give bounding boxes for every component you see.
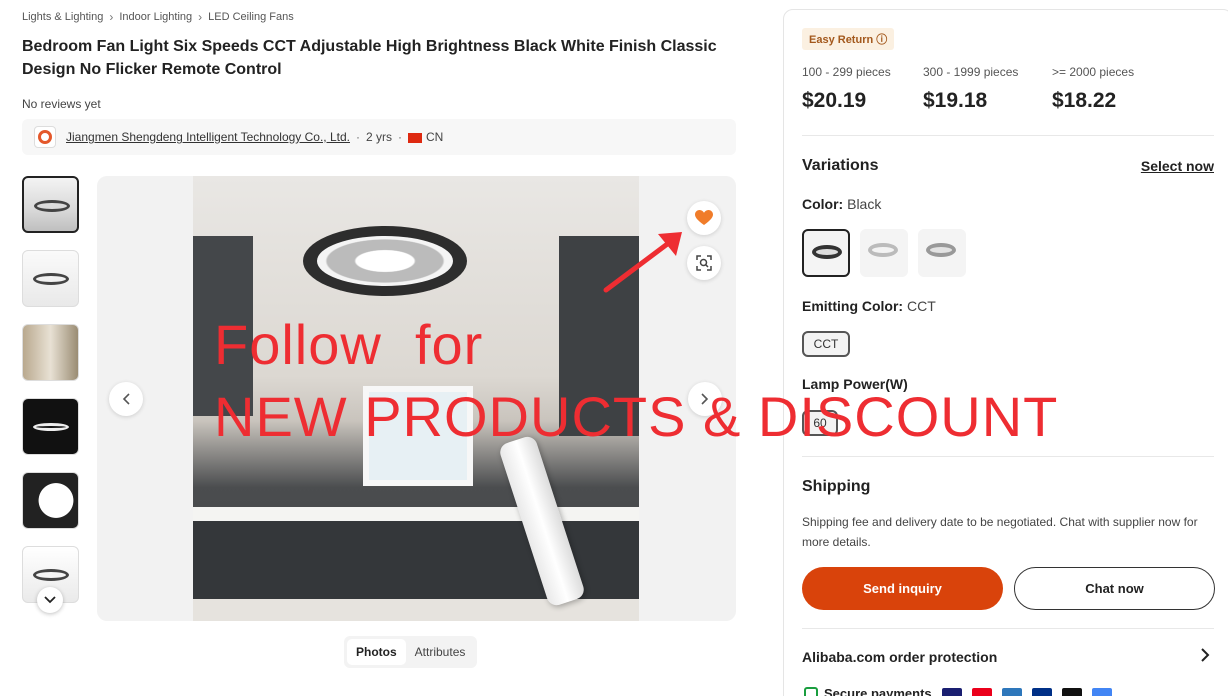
tier-price: $19.18 <box>923 89 988 112</box>
secure-payments-row: Secure payments <box>804 686 1112 696</box>
visa-icon <box>941 687 962 696</box>
breadcrumb: Lights & Lighting › Indoor Lighting › LE… <box>22 10 294 24</box>
paypal-icon <box>1031 687 1052 696</box>
red-arrow-icon <box>603 232 682 293</box>
tier-price: $20.19 <box>802 89 867 112</box>
breadcrumb-item-fans[interactable]: LED Ceiling Fans <box>208 11 294 23</box>
color-label: Color: Black <box>802 196 881 212</box>
tab-photos[interactable]: Photos <box>347 639 406 665</box>
thumbnail-3[interactable] <box>22 324 79 381</box>
scan-icon <box>696 255 712 271</box>
emitting-option-cct[interactable]: CCT <box>802 331 850 357</box>
color-value: Black <box>847 196 882 212</box>
lamp-power-label: Lamp Power(W) <box>802 376 908 392</box>
chevron-left-icon <box>122 393 130 405</box>
next-image-button[interactable] <box>688 382 722 416</box>
color-swatch-white[interactable] <box>860 229 908 277</box>
variations-title: Variations <box>802 157 879 174</box>
divider <box>802 135 1214 136</box>
emitting-label-key: Emitting Color: <box>802 298 904 314</box>
apple-pay-icon <box>1061 687 1082 696</box>
price-tiers: 100 - 299 pieces $20.19 300 - 1999 piece… <box>802 65 1183 113</box>
color-swatch-silver[interactable] <box>918 229 966 277</box>
tier-price: $18.22 <box>1052 89 1117 112</box>
reviews-status: No reviews yet <box>22 97 101 111</box>
favorite-button[interactable] <box>687 201 721 235</box>
chevron-right-icon <box>701 393 709 405</box>
emitting-color-label: Emitting Color: CCT <box>802 298 936 314</box>
breadcrumb-item-lights[interactable]: Lights & Lighting <box>22 11 103 23</box>
shield-check-icon <box>804 686 818 696</box>
supplier-years: 2 yrs <box>365 130 392 144</box>
thumbnails-scroll-down-button[interactable] <box>37 587 63 613</box>
lamp-label-key: Lamp Power(W) <box>802 376 908 392</box>
thumbnail-1[interactable] <box>22 176 79 233</box>
image-search-button[interactable] <box>687 246 721 280</box>
tier-quantity: >= 2000 pieces <box>1052 65 1135 79</box>
divider <box>802 456 1214 457</box>
tier-quantity: 100 - 299 pieces <box>802 65 891 79</box>
amex-icon <box>1001 687 1022 696</box>
gallery-tabs: Photos Attributes <box>344 636 478 668</box>
thumbnail-4[interactable] <box>22 398 79 455</box>
product-title: Bedroom Fan Light Six Speeds CCT Adjusta… <box>22 38 717 78</box>
previous-image-button[interactable] <box>109 382 143 416</box>
mastercard-icon <box>971 687 992 696</box>
color-swatch-black[interactable] <box>802 229 850 277</box>
emitting-value: CCT <box>907 298 936 314</box>
thumbnail-2[interactable] <box>22 250 79 307</box>
purchase-panel: Easy Return ⓘ 100 - 299 pieces $20.19 30… <box>783 9 1228 696</box>
google-pay-icon <box>1091 687 1112 696</box>
send-inquiry-button[interactable]: Send inquiry <box>802 567 1003 610</box>
thumbnail-5[interactable] <box>22 472 79 529</box>
color-label-key: Color: <box>802 196 844 212</box>
heart-icon <box>695 210 713 225</box>
supplier-bar: Jiangmen Shengdeng Intelligent Technolog… <box>22 119 736 155</box>
divider <box>802 628 1214 629</box>
chevron-right-icon: › <box>198 10 203 24</box>
shipping-text: Shipping fee and delivery date to be neg… <box>802 515 1198 549</box>
tab-attributes[interactable]: Attributes <box>406 639 475 665</box>
supplier-logo <box>34 126 56 148</box>
china-flag-icon <box>408 133 422 143</box>
select-now-link[interactable]: Select now <box>1141 158 1214 174</box>
price-tier: 300 - 1999 pieces $19.18 <box>923 65 1031 113</box>
supplier-name-link[interactable]: Jiangmen Shengdeng Intelligent Technolog… <box>66 130 350 144</box>
chat-now-button[interactable]: Chat now <box>1014 567 1215 610</box>
secure-payments-label: Secure payments <box>824 686 932 696</box>
product-main-image[interactable] <box>193 176 639 621</box>
info-icon: ⓘ <box>876 34 888 46</box>
easy-return-label: Easy Return <box>809 34 874 46</box>
chevron-down-icon <box>44 596 56 604</box>
thumbnail-list <box>22 176 80 620</box>
supplier-country: CN <box>426 130 444 144</box>
chevron-right-icon[interactable] <box>1201 648 1210 667</box>
easy-return-badge[interactable]: Easy Return ⓘ <box>802 28 895 50</box>
tier-quantity: 300 - 1999 pieces <box>923 65 1019 79</box>
breadcrumb-item-indoor[interactable]: Indoor Lighting <box>119 11 192 23</box>
price-tier: >= 2000 pieces $18.22 <box>1052 65 1162 113</box>
color-swatches <box>802 229 966 277</box>
chevron-right-icon: › <box>109 10 114 24</box>
lamp-power-option-60[interactable]: 60 <box>802 410 838 436</box>
order-protection-title[interactable]: Alibaba.com order protection <box>802 649 997 665</box>
price-tier: 100 - 299 pieces $20.19 <box>802 65 902 113</box>
shipping-title: Shipping <box>802 478 871 495</box>
